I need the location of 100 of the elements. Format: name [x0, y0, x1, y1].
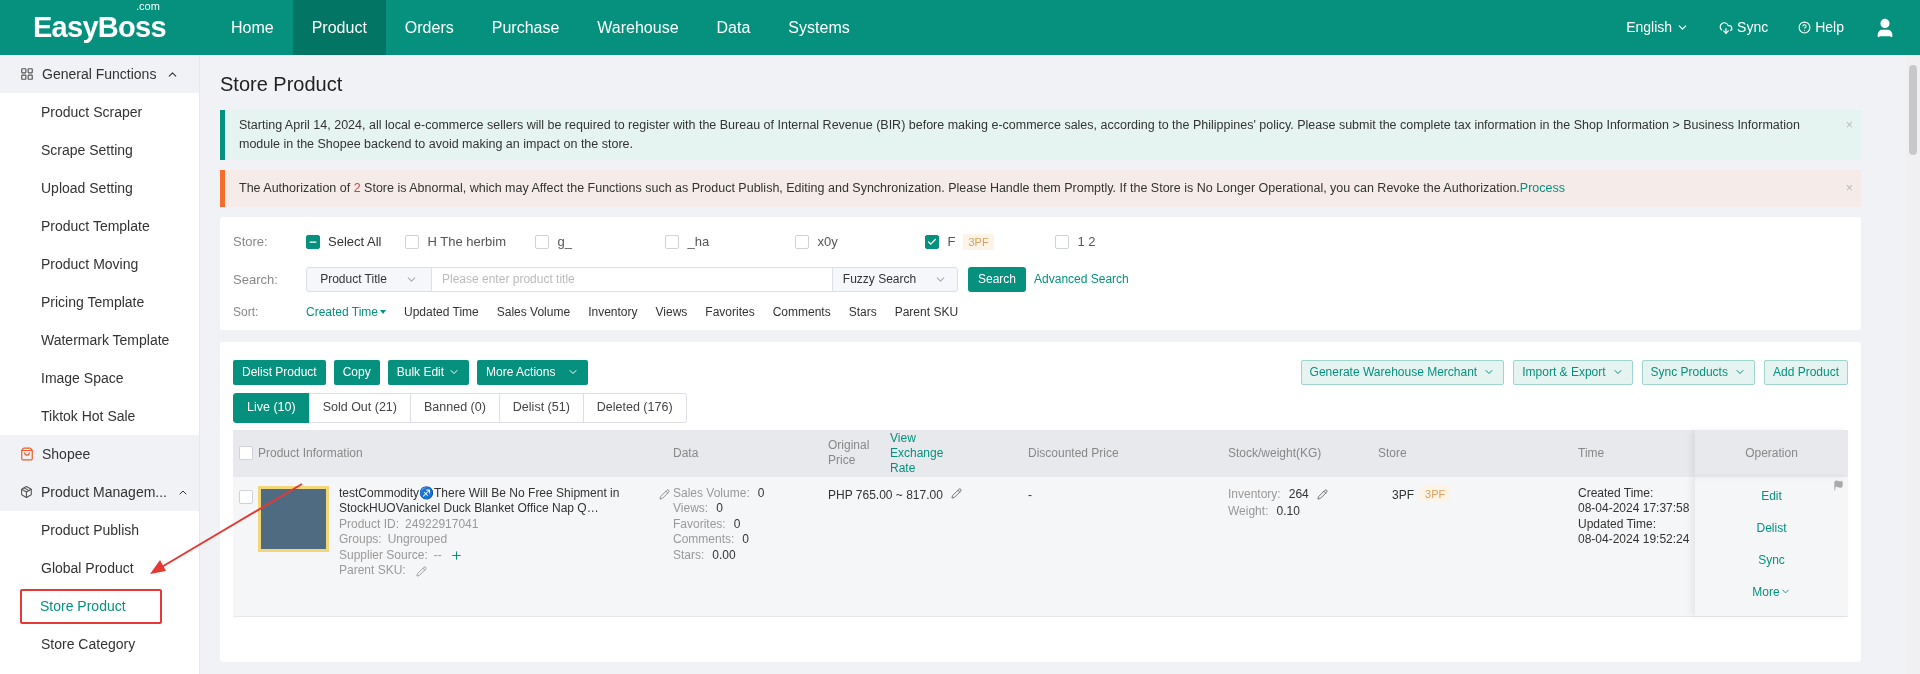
- search-field-select[interactable]: Product Title: [306, 266, 432, 292]
- check-icon: [927, 236, 938, 247]
- edit-icon[interactable]: [415, 565, 427, 577]
- data-value: 0: [733, 516, 741, 533]
- sidebar-item[interactable]: Store Product: [20, 588, 162, 624]
- sidebar-section[interactable]: Product Managem...: [0, 473, 199, 511]
- sidebar-item[interactable]: Watermark Template: [21, 322, 190, 358]
- sort-option[interactable]: Favorites: [705, 302, 755, 321]
- process-link[interactable]: Process: [1519, 181, 1565, 195]
- operation-link[interactable]: More: [1752, 582, 1791, 601]
- checkbox[interactable]: [925, 234, 940, 249]
- info-label: Parent SKU:: [339, 563, 406, 579]
- sidebar-item[interactable]: Tiktok Hot Sale: [21, 398, 156, 434]
- data-label: Comments:: [673, 532, 735, 548]
- operation-link[interactable]: Delist: [1756, 518, 1787, 537]
- store-name: g_: [557, 233, 572, 251]
- exchange-rate-link[interactable]: View Exchange Rate: [890, 430, 970, 476]
- sort-option[interactable]: Parent SKU: [894, 302, 959, 321]
- data-value: 0: [757, 485, 765, 502]
- nav-tab[interactable]: Data: [697, 0, 770, 55]
- sort-option[interactable]: Views: [655, 302, 688, 321]
- column-header: Data: [673, 445, 699, 463]
- data-label: Favorites:: [673, 516, 726, 533]
- nav-tab[interactable]: Home: [212, 0, 293, 55]
- shopping-bag-icon: [20, 447, 34, 461]
- help-button[interactable]: Help: [1798, 17, 1844, 38]
- nav-tab[interactable]: Purchase: [472, 0, 579, 55]
- search-label: Search:: [233, 270, 279, 289]
- status-tab[interactable]: Sold Out (21): [308, 392, 411, 423]
- stock-value: 264: [1288, 485, 1309, 503]
- product-photo-placeholder: [258, 485, 329, 552]
- action-button[interactable]: More Actions: [477, 359, 589, 385]
- status-tab[interactable]: Deleted (176): [582, 392, 687, 423]
- sort-option[interactable]: Inventory: [588, 302, 638, 321]
- sidebar-item[interactable]: Image Space: [21, 360, 144, 396]
- action-button[interactable]: Generate Warehouse Merchant: [1300, 359, 1505, 385]
- discounted-price: -: [1028, 487, 1032, 502]
- operation-link[interactable]: Sync: [1758, 550, 1785, 569]
- info-value: --: [433, 547, 442, 564]
- action-button[interactable]: Bulk Edit: [387, 359, 470, 385]
- language-dropdown[interactable]: English: [1626, 17, 1690, 38]
- column-header: Store: [1378, 445, 1407, 463]
- stock-label: Weight:: [1228, 502, 1269, 520]
- nav-tab[interactable]: Product: [292, 0, 386, 55]
- sort-option[interactable]: Comments: [772, 302, 831, 321]
- store-label: Store:: [233, 233, 269, 251]
- sidebar-item[interactable]: Product Publish: [21, 512, 160, 548]
- action-button[interactable]: Add Product: [1763, 359, 1848, 385]
- info-label: Supplier Source:: [339, 547, 428, 564]
- status-tab[interactable]: Banned (0): [410, 392, 500, 423]
- time-text: 08-04-2024 17:37:58: [1578, 501, 1691, 517]
- sidebar-item[interactable]: Store Category: [21, 626, 156, 662]
- sidebar-section[interactable]: Shopee: [0, 435, 199, 473]
- search-mode-select[interactable]: Fuzzy Search: [832, 266, 958, 292]
- edit-icon[interactable]: [1316, 488, 1328, 500]
- search-field[interactable]: Please enter product title: [432, 266, 832, 292]
- nav-tab[interactable]: Systems: [769, 0, 869, 55]
- action-button[interactable]: Delist Product: [233, 359, 326, 385]
- sidebar-item[interactable]: Scrape Setting: [21, 132, 153, 168]
- status-tab[interactable]: Delist (51): [498, 392, 584, 423]
- advanced-search-link[interactable]: Advanced Search: [1034, 270, 1129, 289]
- time-text: 08-04-2024 19:52:24: [1578, 532, 1691, 548]
- sort-option[interactable]: Created Time: [306, 302, 387, 321]
- info-label: Groups:: [339, 532, 382, 548]
- product-title[interactable]: testCommodity♐There Will Be No Free Shipment in StockHUOVanickel Duck Blanket Office Nap Q…: [339, 485, 649, 517]
- store-name: _ha: [687, 233, 710, 251]
- action-button[interactable]: Copy: [333, 359, 380, 385]
- info-value: 24922917041: [405, 516, 479, 533]
- action-button[interactable]: Sync Products: [1641, 359, 1755, 385]
- price-range: PHP 765.00 ~ 817.00: [828, 486, 943, 504]
- nav-tab[interactable]: Warehouse: [578, 0, 698, 55]
- sidebar-item[interactable]: Product Scraper: [21, 94, 163, 130]
- flag-icon[interactable]: [1833, 479, 1844, 491]
- operation-link[interactable]: Edit: [1761, 486, 1782, 505]
- help-icon: [1798, 21, 1812, 34]
- search-button[interactable]: Search: [968, 266, 1027, 292]
- checkbox[interactable]: [306, 234, 320, 249]
- sort-option[interactable]: Updated Time: [404, 302, 479, 321]
- select-all-label: Select All: [328, 233, 382, 251]
- sync-button[interactable]: Sync: [1719, 17, 1769, 38]
- stock-value: 0.10: [1276, 502, 1300, 520]
- scrollbar[interactable]: [1906, 55, 1920, 674]
- sidebar-item[interactable]: Pricing Template: [21, 284, 165, 320]
- action-button[interactable]: Import & Export: [1513, 359, 1633, 385]
- edit-icon[interactable]: [659, 488, 670, 500]
- sidebar-item[interactable]: Upload Setting: [21, 170, 153, 206]
- sidebar-section[interactable]: General Functions: [0, 55, 199, 93]
- nav-tab[interactable]: Orders: [385, 0, 473, 55]
- sidebar-item[interactable]: Global Product: [21, 550, 154, 586]
- store-name: x0y: [817, 233, 838, 251]
- column-header: Original Price: [828, 438, 871, 469]
- status-tab[interactable]: Live (10): [233, 392, 310, 423]
- edit-icon[interactable]: [950, 487, 962, 499]
- sidebar-item[interactable]: Product Moving: [21, 246, 159, 282]
- sort-option[interactable]: Sales Volume: [496, 302, 571, 321]
- sort-option[interactable]: Stars: [848, 302, 877, 321]
- store-tag: 3PF: [963, 233, 994, 250]
- sidebar-item[interactable]: Product Template: [21, 208, 170, 244]
- store-tag: 3PF: [1420, 485, 1451, 503]
- add-icon[interactable]: [449, 549, 463, 562]
